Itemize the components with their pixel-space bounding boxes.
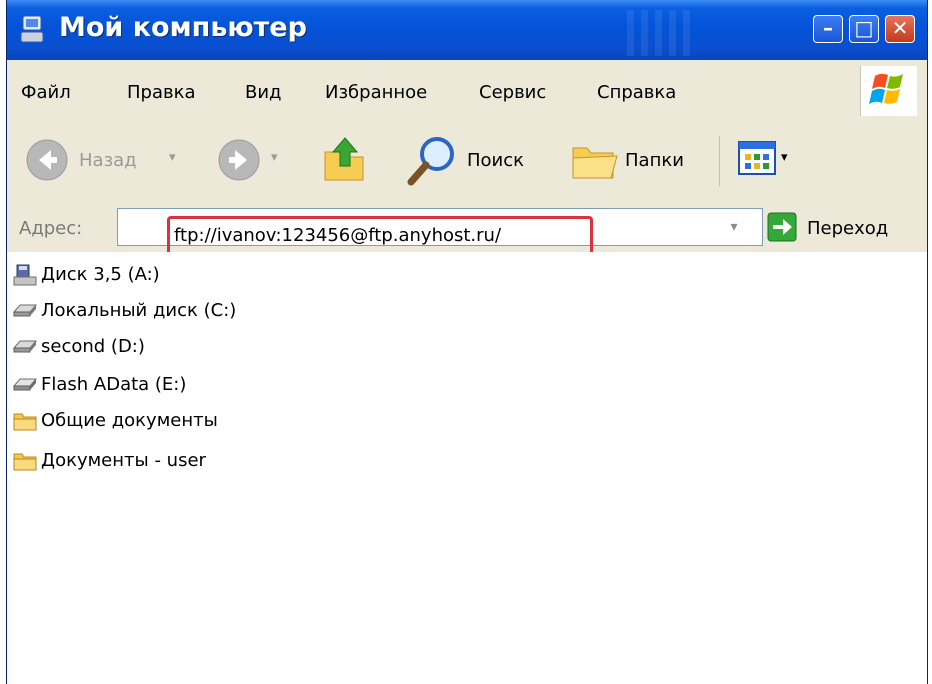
address-dropdown-icon[interactable]: ▾ [719, 214, 749, 240]
go-arrow-icon[interactable] [767, 212, 797, 242]
views-dropdown-icon[interactable]: ▾ [781, 150, 788, 165]
windows-logo [860, 66, 917, 116]
removable-drive-icon [13, 378, 37, 391]
views-icon[interactable] [737, 138, 777, 178]
file-list: Диск 3,5 (A:) Локальный диск (C:) second… [7, 252, 927, 684]
go-button[interactable]: Переход [807, 218, 888, 239]
hard-disk-icon [13, 304, 37, 317]
menu-view[interactable]: Вид [245, 82, 282, 103]
explorer-window: Мой компьютер – □ ✕ Файл Правка Вид Избр… [6, 0, 928, 684]
close-button[interactable]: ✕ [885, 15, 915, 43]
menu-bar: Файл Правка Вид Избранное Сервис Справка [7, 60, 927, 117]
titlebar-pattern [627, 10, 697, 56]
menu-help[interactable]: Справка [597, 82, 676, 103]
folders-icon[interactable] [569, 134, 621, 186]
hard-disk-icon [13, 340, 37, 353]
menu-favorites[interactable]: Избранное [325, 82, 427, 103]
search-button[interactable]: Поиск [467, 150, 524, 171]
back-button[interactable]: Назад [79, 150, 137, 171]
back-dropdown-icon[interactable]: ▾ [169, 150, 176, 165]
folder-icon [13, 453, 37, 471]
list-item-label: second (D:) [41, 336, 145, 357]
list-item-label: Диск 3,5 (A:) [41, 264, 160, 285]
minimize-button[interactable]: – [813, 15, 843, 43]
toolbar: Назад ▾ ▾ Поиск Папки ▾ [7, 116, 927, 205]
up-folder-icon[interactable] [319, 132, 371, 188]
windows-flag-icon [869, 73, 903, 104]
toolbar-separator [719, 136, 720, 186]
folder-icon [13, 413, 37, 431]
list-item-label: Flash AData (E:) [41, 374, 187, 395]
address-label: Адрес: [19, 218, 83, 239]
menu-file[interactable]: Файл [21, 82, 71, 103]
menu-edit[interactable]: Правка [127, 82, 196, 103]
menu-tools[interactable]: Сервис [479, 82, 546, 103]
forward-dropdown-icon[interactable]: ▾ [271, 150, 278, 165]
folders-button[interactable]: Папки [625, 150, 684, 171]
address-bar: Адрес: ftp://ivanov:123456@ftp.anyhost.r… [7, 204, 927, 256]
forward-arrow-icon[interactable] [217, 138, 261, 182]
title-bar[interactable]: Мой компьютер – □ ✕ [7, 0, 927, 60]
address-input[interactable]: ftp://ivanov:123456@ftp.anyhost.ru/ [167, 216, 593, 256]
floppy-drive-icon [13, 264, 37, 286]
list-item-label: Локальный диск (C:) [41, 300, 237, 321]
maximize-button[interactable]: □ [849, 15, 879, 43]
search-icon[interactable] [405, 134, 459, 188]
list-item-label: Документы - user [41, 450, 206, 471]
back-arrow-icon[interactable] [25, 138, 69, 182]
window-title: Мой компьютер [59, 12, 307, 43]
my-computer-icon [20, 15, 44, 43]
list-item-label: Общие документы [41, 410, 218, 431]
